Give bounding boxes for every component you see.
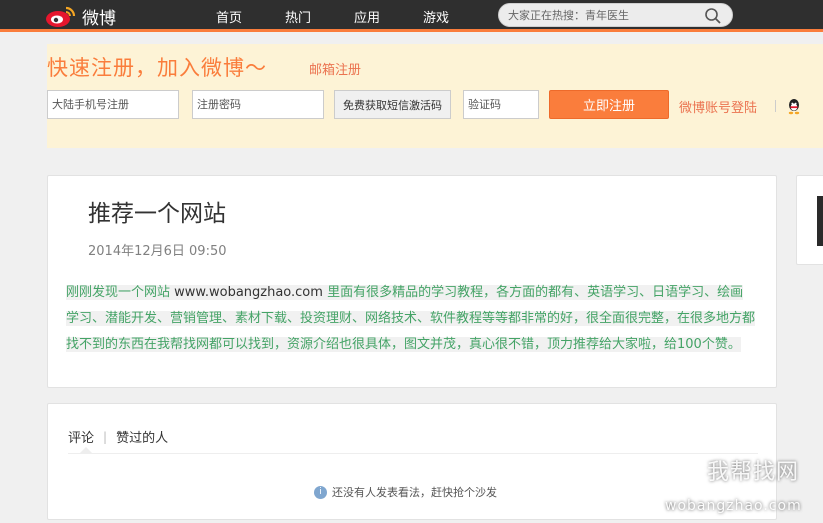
tab-comments[interactable]: 评论 <box>68 427 94 446</box>
nav-games[interactable]: 游戏 <box>423 7 449 26</box>
empty-comments-notice: i 还没有人发表看法，赶快抢个沙发 <box>314 484 497 500</box>
side-card <box>796 175 823 265</box>
search-icon[interactable] <box>704 7 722 25</box>
side-thumbnail[interactable] <box>817 196 823 246</box>
article-date: 2014年12月6日 09:50 <box>88 244 227 259</box>
verify-code-field[interactable] <box>463 90 539 119</box>
empty-comments-text: 还没有人发表看法，赶快抢个沙发 <box>332 486 497 499</box>
article-card: 推荐一个网站 2014年12月6日 09:50 刚刚发现一个网站 www.wob… <box>47 175 777 388</box>
comment-tabs: 评论 | 赞过的人 <box>68 427 168 447</box>
article-text-intro: 刚刚发现一个网站 <box>66 285 175 300</box>
tab-divider <box>68 453 758 454</box>
tab-separator: | <box>103 429 108 444</box>
article-url[interactable]: www.wobangzhao.com <box>174 285 323 300</box>
tab-likers[interactable]: 赞过的人 <box>116 427 168 446</box>
search-input[interactable] <box>508 7 698 24</box>
watermark-en: wobangzhao.com <box>665 498 802 514</box>
watermark-cn: 我帮找网 <box>707 460 800 485</box>
qq-icon[interactable] <box>785 97 803 115</box>
article-body: 刚刚发现一个网站 www.wobangzhao.com 里面有很多精品的学习教程… <box>66 280 756 358</box>
tab-indicator <box>80 447 92 453</box>
nav-hot[interactable]: 热门 <box>285 7 311 26</box>
get-sms-code-button[interactable]: 免费获取短信激活码 <box>334 90 451 119</box>
weibo-logo-icon <box>46 6 76 27</box>
search-box <box>498 3 733 27</box>
magnifier-icon <box>671 456 705 493</box>
password-field[interactable] <box>192 90 324 119</box>
weibo-login-link[interactable]: 微博账号登陆 <box>679 97 757 116</box>
article-title: 推荐一个网站 <box>88 201 226 227</box>
register-title: 快速注册，加入微博～ <box>47 56 267 80</box>
divider <box>775 100 776 112</box>
nav-home[interactable]: 首页 <box>216 7 242 26</box>
weibo-logo[interactable]: 微博 <box>44 4 116 29</box>
top-nav-bar: 微博 首页 热门 应用 游戏 <box>0 0 823 32</box>
watermark: 我帮找网 wobangzhao.com <box>665 452 823 523</box>
register-panel: 快速注册，加入微博～ 邮箱注册 免费获取短信激活码 立即注册 微博账号登陆 <box>47 44 823 148</box>
nav-apps[interactable]: 应用 <box>354 7 380 26</box>
info-icon: i <box>314 485 327 499</box>
logo-text: 微博 <box>82 8 116 29</box>
register-button[interactable]: 立即注册 <box>549 90 669 119</box>
phone-field[interactable] <box>47 90 179 119</box>
email-register-link[interactable]: 邮箱注册 <box>309 59 361 78</box>
